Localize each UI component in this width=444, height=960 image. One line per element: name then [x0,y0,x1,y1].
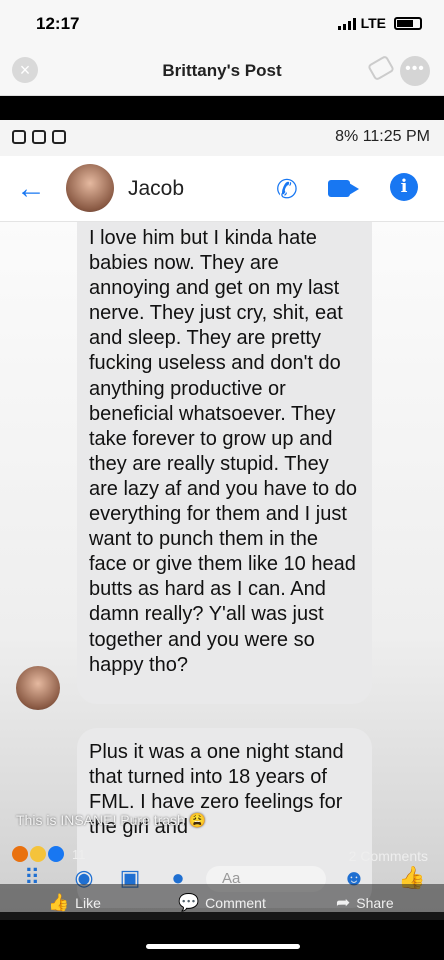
android-status-text: 8% 11:25 PM [335,128,430,145]
like-button[interactable]: 👍 Like [48,893,101,913]
post-caption: This is INSANE! Pure trash 😩 [16,812,207,828]
share-button[interactable]: ➦ Share [336,893,394,913]
comment-icon: 💬 [178,893,200,912]
back-arrow-icon[interactable]: ← [16,172,46,206]
android-status-bar: 8% 11:25 PM [0,120,444,156]
ios-status-bar: 12:17 LTE [0,0,444,44]
home-indicator[interactable] [146,944,300,949]
more-icon[interactable]: ••• [400,56,430,86]
like-icon: 👍 [48,893,70,912]
comment-button[interactable]: 💬 Comment [178,893,266,913]
phone-icon[interactable]: ✆ [276,174,298,205]
message-bubble: I love him but I kinda hate babies now. … [77,222,372,704]
home-area [0,920,444,960]
comment-label: Comment [205,895,266,911]
share-label: Share [356,895,394,911]
sender-avatar [16,666,60,710]
signal-icon [338,18,356,30]
share-icon: ➦ [336,893,351,912]
notification-icons [12,130,66,144]
video-icon[interactable] [328,180,359,197]
contact-name[interactable]: Jacob [128,177,184,201]
post-header: × Brittany's Post ••• [0,44,444,96]
like-label: Like [75,895,101,911]
image-border [0,96,444,120]
carrier-label: LTE [360,15,386,31]
contact-avatar[interactable] [66,164,114,212]
info-icon[interactable]: i [390,173,418,201]
chat-area: I love him but I kinda hate babies now. … [0,222,444,912]
post-action-bar: 👍 Like 💬 Comment ➦ Share [0,884,444,920]
status-time: 12:17 [36,14,80,33]
battery-icon [394,17,422,30]
messenger-header: ← Jacob ✆ i [0,156,444,222]
